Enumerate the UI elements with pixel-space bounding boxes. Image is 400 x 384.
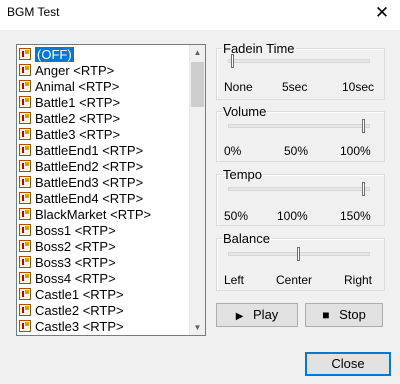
balance-slider[interactable]: Left Center Right	[216, 231, 383, 289]
list-item[interactable]: BattleEnd1 <RTP>	[18, 143, 193, 159]
list-item-label: BattleEnd1 <RTP>	[35, 143, 144, 158]
list-item[interactable]: Boss2 <RTP>	[18, 239, 193, 255]
music-file-icon	[19, 256, 31, 268]
fadein-tick-min: None	[224, 80, 253, 94]
music-file-icon	[19, 192, 31, 204]
list-item[interactable]: BattleEnd2 <RTP>	[18, 159, 193, 175]
list-item-label: Castle1 <RTP>	[35, 287, 124, 302]
bgm-list: (OFF) Anger <RTP> Animal <RTP> Battle1 <RTP…	[18, 47, 193, 335]
fadein-tick-max: 10sec	[342, 80, 375, 94]
music-file-icon	[19, 272, 31, 284]
close-label: Close	[331, 356, 365, 371]
list-item-label: Castle2 <RTP>	[35, 303, 124, 318]
list-item-label: Boss2 <RTP>	[35, 239, 116, 254]
list-item[interactable]: Boss3 <RTP>	[18, 255, 193, 271]
list-item-label: Boss4 <RTP>	[35, 271, 116, 286]
list-item[interactable]: Battle2 <RTP>	[18, 111, 193, 127]
list-item[interactable]: Castle2 <RTP>	[18, 303, 193, 319]
volume-slider[interactable]: 0% 50% 100%	[216, 104, 383, 160]
tempo-tick-mid: 100%	[277, 209, 308, 223]
music-file-icon	[19, 64, 31, 76]
music-file-icon	[19, 240, 31, 252]
fadein-slider[interactable]: None 5sec 10sec	[216, 41, 383, 98]
list-item-label: Animal <RTP>	[35, 79, 120, 94]
balance-thumb[interactable]	[296, 247, 300, 261]
music-file-icon	[19, 48, 31, 60]
list-item[interactable]: Animal <RTP>	[18, 79, 193, 95]
list-item-label: Battle2 <RTP>	[35, 111, 121, 126]
music-file-icon	[19, 176, 31, 188]
tempo-slider[interactable]: 50% 100% 150%	[216, 167, 383, 224]
list-item[interactable]: BattleEnd4 <RTP>	[18, 191, 193, 207]
stop-icon: ■	[322, 308, 330, 322]
tempo-thumb[interactable]	[362, 182, 365, 196]
music-file-icon	[19, 208, 31, 220]
fadein-tick-mid: 5sec	[282, 80, 308, 94]
music-file-icon	[19, 112, 31, 124]
music-file-icon	[19, 224, 31, 236]
stop-label: Stop	[339, 307, 366, 322]
music-file-icon	[19, 304, 31, 316]
list-item-label: BattleEnd4 <RTP>	[35, 191, 144, 206]
stop-button[interactable]: ■ Stop	[305, 303, 383, 327]
music-file-icon	[19, 160, 31, 172]
volume-tick-max: 100%	[340, 144, 371, 158]
music-file-icon	[19, 80, 31, 92]
scrollbar[interactable]: ▲ ▼	[189, 45, 205, 335]
play-icon: ▶	[235, 311, 244, 322]
volume-tick-min: 0%	[224, 144, 242, 158]
close-button[interactable]: Close	[305, 352, 391, 376]
scrollbar-thumb[interactable]	[191, 62, 204, 107]
list-item[interactable]: BattleEnd3 <RTP>	[18, 175, 193, 191]
close-icon[interactable]: ✕	[374, 3, 390, 23]
play-label: Play	[253, 307, 279, 322]
music-file-icon	[19, 288, 31, 300]
list-item[interactable]: Anger <RTP>	[18, 63, 193, 79]
music-file-icon	[19, 144, 31, 156]
window-title: BGM Test	[7, 5, 60, 19]
list-item[interactable]: Castle1 <RTP>	[18, 287, 193, 303]
list-item-label: Boss3 <RTP>	[35, 255, 116, 270]
balance-tick-min: Left	[224, 273, 245, 287]
balance-tick-max: Right	[344, 273, 373, 287]
list-item-label: Anger <RTP>	[35, 63, 115, 78]
volume-track	[228, 124, 370, 128]
list-item[interactable]: Boss1 <RTP>	[18, 223, 193, 239]
list-item-label: BlackMarket <RTP>	[35, 207, 152, 222]
music-file-icon	[19, 128, 31, 140]
list-item-label: Castle3 <RTP>	[35, 319, 124, 334]
tempo-tick-min: 50%	[224, 209, 249, 223]
scroll-up-arrow-icon[interactable]: ▲	[190, 45, 205, 60]
volume-thumb[interactable]	[362, 119, 365, 133]
volume-tick-mid: 50%	[284, 144, 309, 158]
scroll-down-arrow-icon[interactable]: ▼	[190, 320, 205, 335]
bgm-listbox[interactable]: (OFF) Anger <RTP> Animal <RTP> Battle1 <RTP…	[16, 44, 206, 336]
list-item[interactable]: Battle1 <RTP>	[18, 95, 193, 111]
list-item-label: Boss1 <RTP>	[35, 223, 116, 238]
fadein-track	[228, 59, 370, 63]
list-item-label: BattleEnd2 <RTP>	[35, 159, 144, 174]
list-item-label: Battle1 <RTP>	[35, 95, 121, 110]
music-file-icon	[19, 320, 31, 332]
list-item-label: Battle3 <RTP>	[35, 127, 121, 142]
fadein-thumb[interactable]	[231, 54, 234, 68]
play-button[interactable]: ▶ Play	[216, 303, 298, 327]
list-item[interactable]: Battle3 <RTP>	[18, 127, 193, 143]
music-file-icon	[19, 96, 31, 108]
list-item[interactable]: (OFF)	[18, 47, 193, 63]
balance-tick-mid: Center	[276, 273, 313, 287]
list-item[interactable]: Castle3 <RTP>	[18, 319, 193, 335]
title-bar: BGM Test ✕	[0, 0, 400, 30]
tempo-tick-max: 150%	[340, 209, 371, 223]
list-item[interactable]: BlackMarket <RTP>	[18, 207, 193, 223]
list-item-label: (OFF)	[35, 47, 74, 62]
list-item[interactable]: Boss4 <RTP>	[18, 271, 193, 287]
list-item-label: BattleEnd3 <RTP>	[35, 175, 144, 190]
tempo-track	[228, 187, 370, 191]
